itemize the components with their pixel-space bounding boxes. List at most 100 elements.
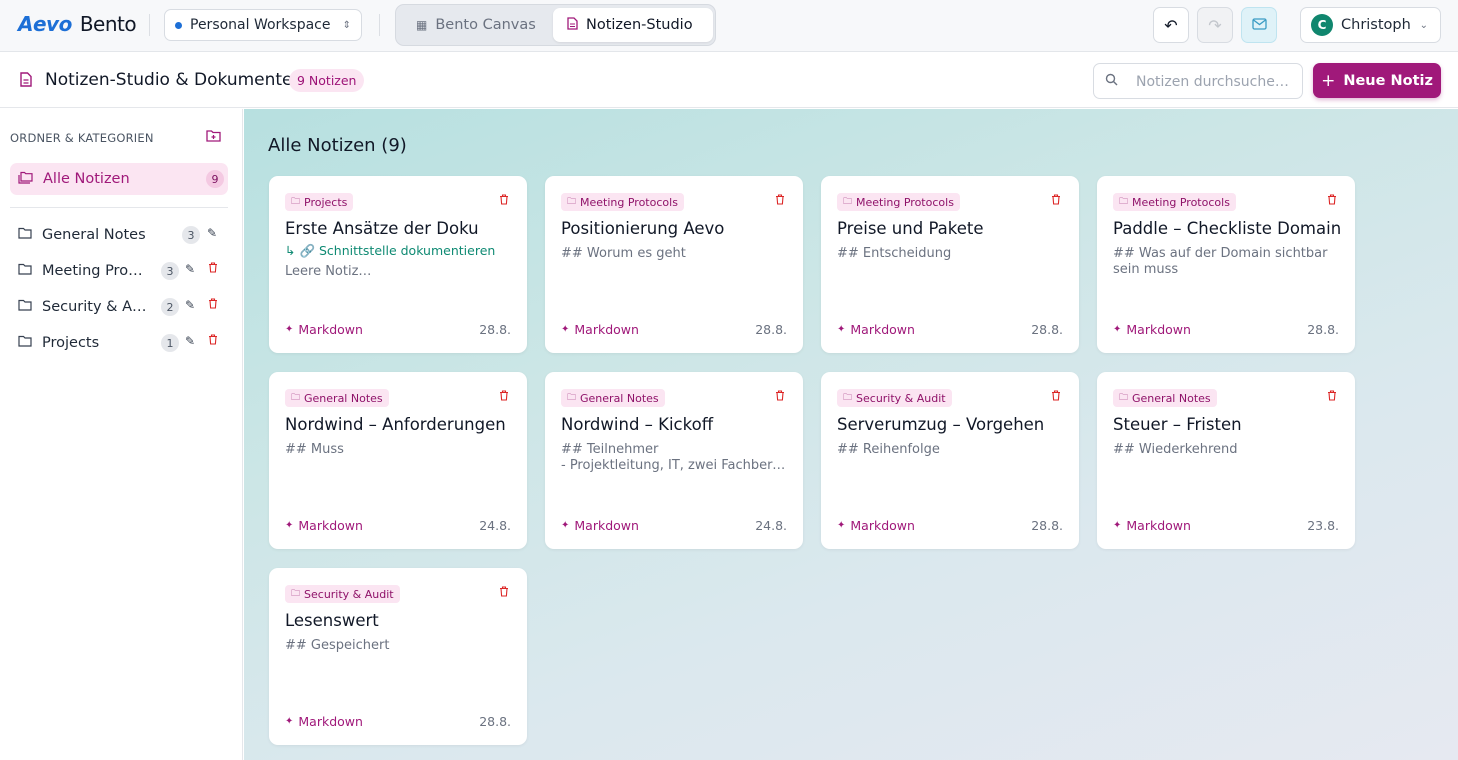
note-date: 28.8. [479,322,511,337]
format-text: Markdown [574,322,639,337]
tab-label: Bento Canvas [435,17,536,33]
note-title: Erste Ansätze der Doku [285,219,479,238]
category-tag: 🗀 General Notes [285,389,389,407]
divider [149,14,150,36]
note-date: 28.8. [755,322,787,337]
sparkle-icon: ✦ [561,520,570,531]
page-header: Notizen-Studio & Dokumente 9 Notizen + N… [0,53,1458,108]
note-card[interactable]: 🗀 General Notes Nordwind – Anforderungen … [269,372,527,549]
note-card[interactable]: 🗀 Meeting Protocols Positionierung Aevo #… [545,176,803,353]
chevron-updown-icon: ⇕ [342,19,351,31]
delete-note-button[interactable] [775,390,785,404]
avatar: C [1311,14,1333,36]
format-text: Markdown [298,518,363,533]
tab-label: Notizen-Studio [586,17,693,33]
plus-icon: + [1321,70,1336,91]
sidebar-item-all-notes[interactable]: Alle Notizen 9 [10,163,228,195]
tab-bento-canvas[interactable]: ▦ Bento Canvas [400,8,550,42]
notes-count-badge: 9 Notizen [289,69,365,92]
delete-note-button[interactable] [1327,194,1337,208]
inbox-button[interactable] [1241,7,1277,43]
note-date: 28.8. [1307,322,1339,337]
category-tag: 🗀 Projects [285,193,354,211]
count-badge: 1 [161,334,179,352]
trash-icon[interactable] [208,334,218,348]
category-label: Security & Audit [856,391,946,405]
pencil-icon[interactable]: ✎ [185,298,195,312]
preview-line: Leere Notiz… [285,264,372,279]
pencil-icon[interactable]: ✎ [185,334,195,348]
note-preview: ## Muss [285,442,515,458]
note-title: Paddle – Checkliste Domain [1113,219,1342,238]
folder-icon: 🗀 [567,197,577,207]
workspace-selector[interactable]: Personal Workspace ⇕ [164,9,362,41]
delete-note-button[interactable] [1051,390,1061,404]
sidebar-item-label: Meeting Protocols [42,263,148,279]
chevron-down-icon: ⌄ [1419,19,1428,31]
delete-note-button[interactable] [499,586,509,600]
folder-icon: 🗀 [1119,393,1129,403]
tab-notizen-studio[interactable]: Notizen-Studio [553,8,713,42]
user-menu[interactable]: C Christoph ⌄ [1300,7,1441,43]
note-title: Nordwind – Kickoff [561,415,714,434]
format-label: ✦ Markdown [561,322,639,337]
logo-app-name: Bento [79,12,137,36]
inbox-icon [1251,16,1267,34]
format-label: ✦ Markdown [1113,518,1191,533]
undo-icon: ↶ [1164,15,1178,35]
trash-icon [500,390,508,401]
pencil-icon[interactable]: ✎ [185,262,195,276]
pencil-icon[interactable]: ✎ [207,226,217,240]
category-label: Meeting Protocols [856,195,954,209]
view-switcher: ▦ Bento Canvas Notizen-Studio [395,4,716,46]
note-card[interactable]: 🗀 Meeting Protocols Paddle – Checkliste D… [1097,176,1355,353]
sidebar-item-general-notes[interactable]: General Notes 3 ✎ [10,220,228,250]
delete-note-button[interactable] [499,390,509,404]
note-preview: ## Teilnehmer - Projektleitung, IT, zwei … [561,442,791,474]
undo-button[interactable]: ↶ [1153,7,1189,43]
delete-note-button[interactable] [1327,390,1337,404]
sidebar-item-projects[interactable]: Projects 1 ✎ [10,328,228,358]
folders-icon [18,171,33,188]
note-card[interactable]: 🗀 Projects Erste Ansätze der Doku ↳ 🔗 Sch… [269,176,527,353]
preview-line: sein muss [1113,262,1179,277]
divider [10,207,228,208]
category-label: General Notes [580,391,659,405]
sidebar-item-security-audit[interactable]: Security & Audit 2 ✎ [10,292,228,322]
category-label: Projects [304,195,348,209]
sparkle-icon: ✦ [1113,520,1122,531]
app-logo[interactable]: Aevo Bento [18,12,137,36]
linked-task[interactable]: ↳ 🔗 Schnittstelle dokumentieren [285,243,495,259]
folder-icon: 🗀 [567,393,577,403]
count-badge: 2 [161,298,179,316]
format-label: ✦ Markdown [837,518,915,533]
grid-icon: ▦ [416,18,428,32]
trash-icon[interactable] [208,298,218,312]
workspace-dot-icon [175,21,182,29]
note-card[interactable]: 🗀 Security & Audit Lesenswert ## Gespeich… [269,568,527,745]
folder-plus-icon [206,130,221,142]
delete-note-button[interactable] [775,194,785,208]
new-note-button[interactable]: + Neue Notiz [1313,63,1441,98]
trash-icon[interactable] [208,262,218,276]
new-folder-button[interactable] [206,129,221,146]
delete-note-button[interactable] [1051,194,1061,208]
sidebar-item-meeting-protocols[interactable]: Meeting Protocols 3 ✎ [10,256,228,286]
user-name: Christoph [1341,17,1411,33]
note-title: Nordwind – Anforderungen [285,415,506,434]
note-card[interactable]: 🗀 Security & Audit Serverumzug – Vorgehen… [821,372,1079,549]
delete-note-button[interactable] [499,194,509,208]
category-label: Meeting Protocols [1132,195,1230,209]
search-icon [1105,73,1118,90]
redo-button[interactable]: ↷ [1197,7,1233,43]
search-input[interactable] [1136,72,1296,92]
note-date: 28.8. [1031,322,1063,337]
trash-icon [500,586,508,597]
trash-icon [776,194,784,205]
note-card[interactable]: 🗀 General Notes Nordwind – Kickoff ## Tei… [545,372,803,549]
note-card[interactable]: 🗀 Meeting Protocols Preise und Pakete ## … [821,176,1079,353]
format-text: Markdown [850,322,915,337]
note-preview: ## Worum es geht [561,246,791,262]
note-card[interactable]: 🗀 General Notes Steuer – Fristen ## Wiede… [1097,372,1355,549]
format-text: Markdown [574,518,639,533]
